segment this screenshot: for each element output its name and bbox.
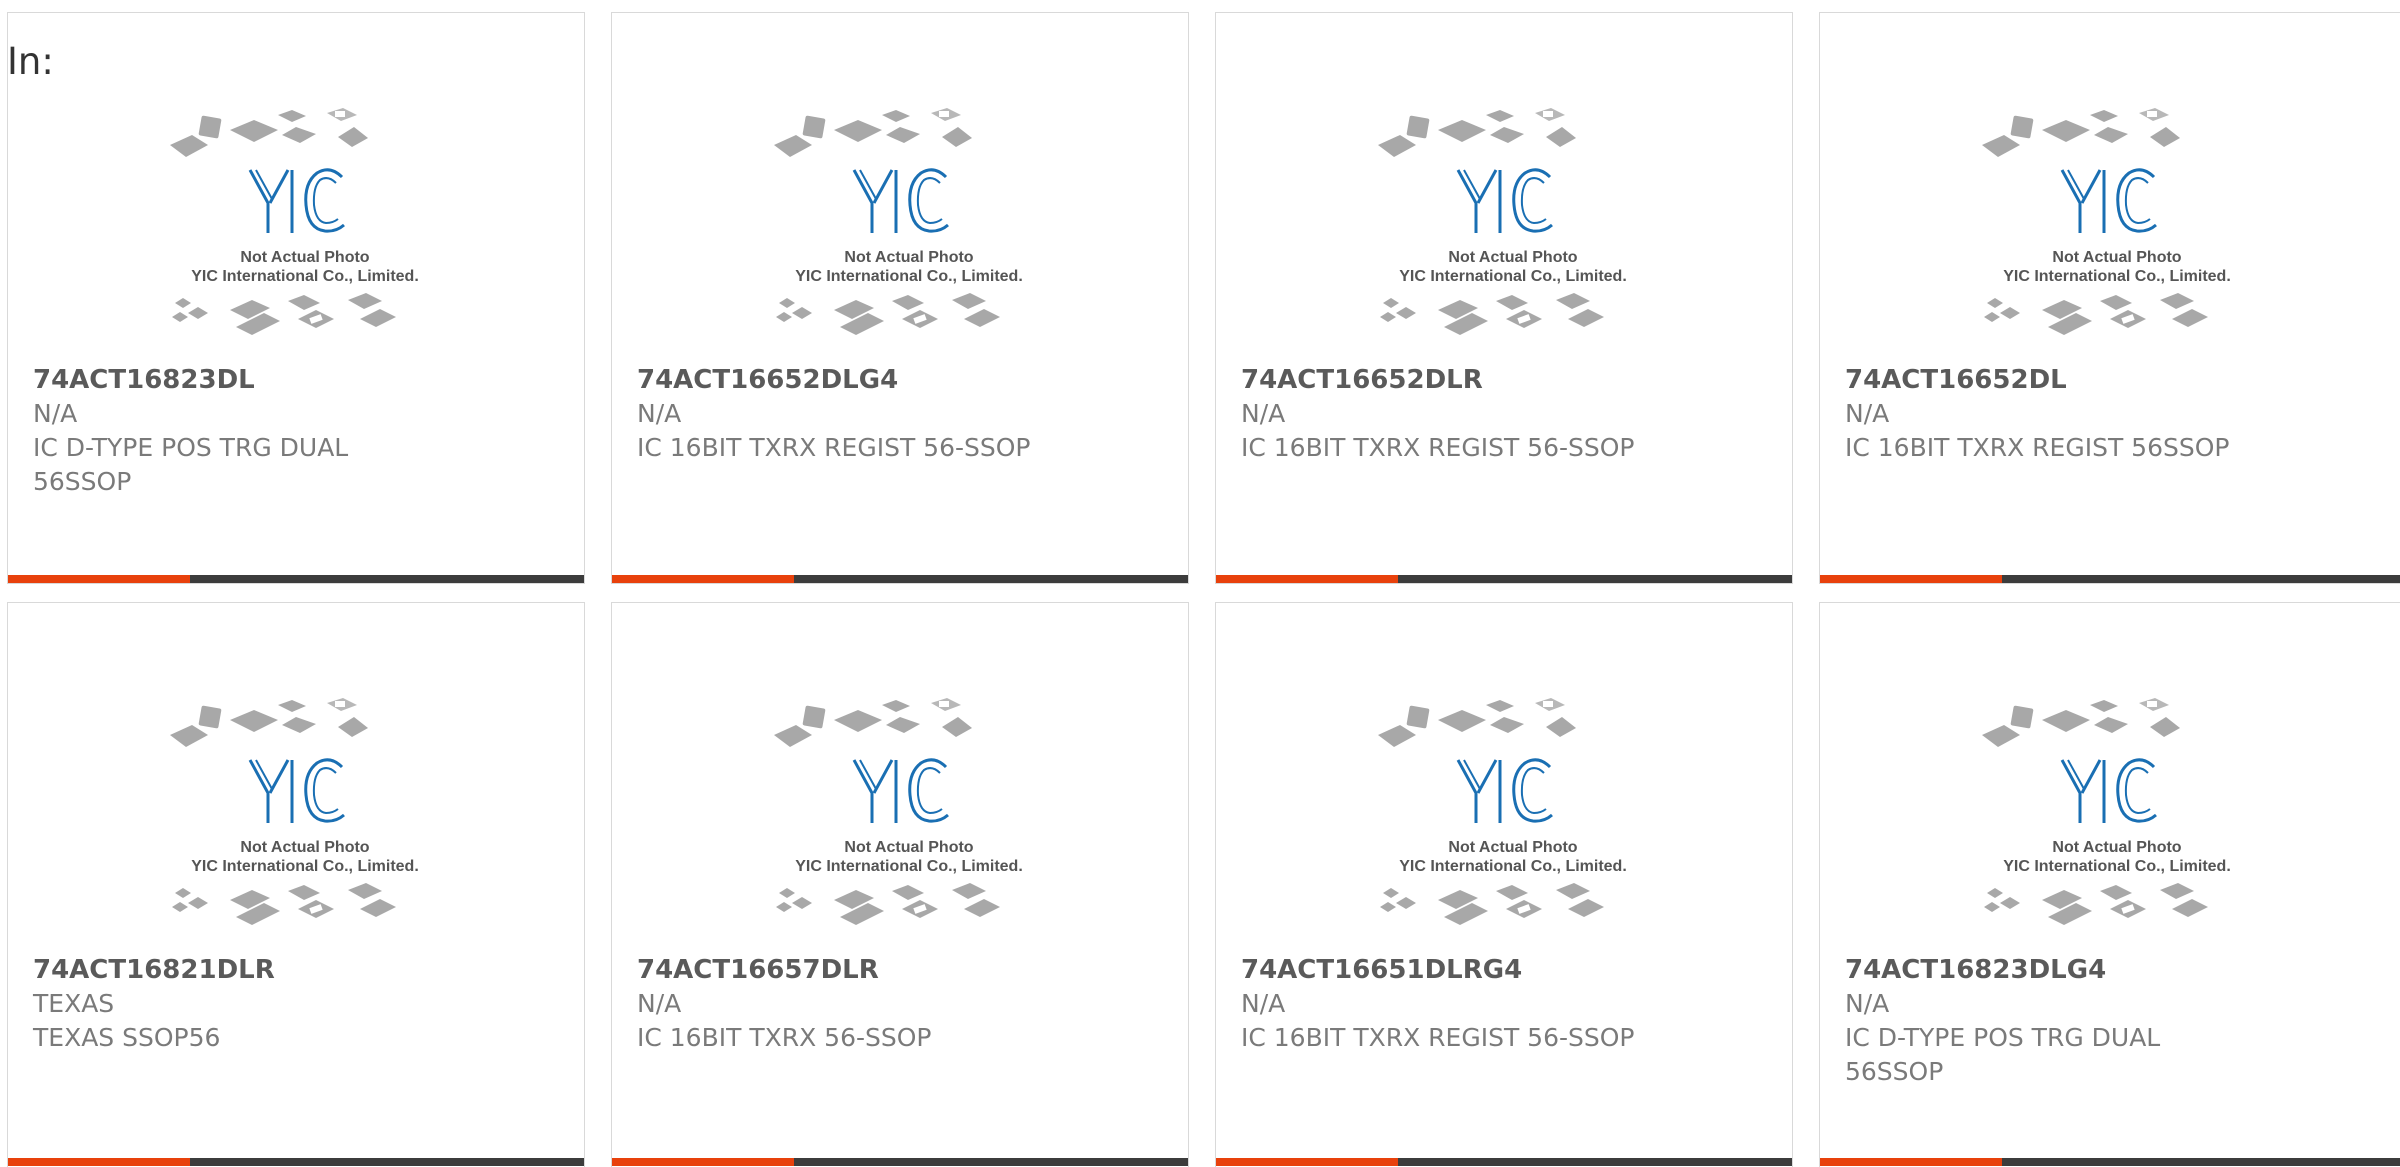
- placeholder-line2: YIC International Co., Limited.: [2003, 268, 2231, 285]
- placeholder-line1: Not Actual Photo: [1448, 839, 1577, 856]
- placeholder-line1: Not Actual Photo: [844, 249, 973, 266]
- placeholder-line2: YIC International Co., Limited.: [2003, 858, 2231, 875]
- description: IC D-TYPE POS TRG DUAL 56SSOP: [1845, 1023, 2161, 1086]
- placeholder-photo: Not Actual Photo YIC International Co., …: [774, 698, 1023, 925]
- placeholder-line2: YIC International Co., Limited.: [795, 268, 1023, 285]
- product-card[interactable]: Not Actual Photo YIC International Co., …: [1819, 602, 2400, 1167]
- card-bottom-bar: [8, 575, 584, 583]
- placeholder-line1: Not Actual Photo: [240, 839, 369, 856]
- card-accent-bar: [1216, 1158, 1398, 1166]
- card-accent-bar: [8, 1158, 190, 1166]
- placeholder-line2: YIC International Co., Limited.: [795, 858, 1023, 875]
- manufacturer: N/A: [1241, 399, 1286, 428]
- description: IC 16BIT TXRX REGIST 56-SSOP: [1241, 1023, 1635, 1052]
- product-card[interactable]: Not Actual Photo YIC International Co., …: [7, 602, 585, 1167]
- placeholder-line2: YIC International Co., Limited.: [191, 858, 419, 875]
- part-number[interactable]: 74ACT16823DL: [33, 363, 554, 397]
- card-bottom-bar: [612, 1158, 1188, 1166]
- description: IC 16BIT TXRX REGIST 56-SSOP: [637, 433, 1031, 462]
- manufacturer: N/A: [33, 399, 78, 428]
- card-accent-bar: [612, 1158, 794, 1166]
- manufacturer: N/A: [637, 989, 682, 1018]
- product-card[interactable]: Not Actual Photo YIC International Co., …: [1819, 12, 2400, 584]
- placeholder-photo: Not Actual Photo YIC International Co., …: [774, 108, 1023, 335]
- description: TEXAS SSOP56: [33, 1023, 221, 1052]
- part-number[interactable]: 74ACT16823DLG4: [1845, 953, 2370, 987]
- description: IC 16BIT TXRX 56-SSOP: [637, 1023, 932, 1052]
- part-number[interactable]: 74ACT16652DL: [1845, 363, 2370, 397]
- placeholder-photo: Not Actual Photo YIC International Co., …: [170, 108, 419, 335]
- placeholder-photo: Not Actual Photo YIC International Co., …: [1982, 698, 2231, 925]
- part-number[interactable]: 74ACT16652DLG4: [637, 363, 1158, 397]
- manufacturer: N/A: [1845, 989, 1890, 1018]
- part-number[interactable]: 74ACT16821DLR: [33, 953, 554, 987]
- card-bottom-bar: [1820, 1158, 2400, 1166]
- manufacturer: N/A: [1241, 989, 1286, 1018]
- placeholder-line1: Not Actual Photo: [1448, 249, 1577, 266]
- placeholder-line2: YIC International Co., Limited.: [191, 268, 419, 285]
- product-card[interactable]: Not Actual Photo YIC International Co., …: [611, 602, 1189, 1167]
- placeholder-line1: Not Actual Photo: [240, 249, 369, 266]
- placeholder-line1: Not Actual Photo: [2052, 839, 2181, 856]
- placeholder-photo: Not Actual Photo YIC International Co., …: [1982, 108, 2231, 335]
- placeholder-photo: Not Actual Photo YIC International Co., …: [1378, 108, 1627, 335]
- placeholder-line2: YIC International Co., Limited.: [1399, 268, 1627, 285]
- placeholder-line1: Not Actual Photo: [844, 839, 973, 856]
- manufacturer: N/A: [637, 399, 682, 428]
- manufacturer: TEXAS: [33, 989, 115, 1018]
- card-bottom-bar: [612, 575, 1188, 583]
- card-bottom-bar: [8, 1158, 584, 1166]
- product-card[interactable]: Not Actual Photo YIC International Co., …: [1215, 602, 1793, 1167]
- product-grid-page: In: Not Actual Photo YIC International C…: [0, 0, 2400, 1167]
- product-card[interactable]: Not Actual Photo YIC International Co., …: [1215, 12, 1793, 584]
- part-number[interactable]: 74ACT16652DLR: [1241, 363, 1762, 397]
- card-accent-bar: [1820, 1158, 2002, 1166]
- card-bottom-bar: [1216, 575, 1792, 583]
- placeholder-photo: Not Actual Photo YIC International Co., …: [1378, 698, 1627, 925]
- product-card[interactable]: Not Actual Photo YIC International Co., …: [7, 12, 585, 584]
- description: IC 16BIT TXRX REGIST 56SSOP: [1845, 433, 2230, 462]
- card-accent-bar: [1820, 575, 2002, 583]
- part-number[interactable]: 74ACT16651DLRG4: [1241, 953, 1762, 987]
- description: IC D-TYPE POS TRG DUAL 56SSOP: [33, 433, 349, 496]
- card-bottom-bar: [1820, 575, 2400, 583]
- placeholder-line2: YIC International Co., Limited.: [1399, 858, 1627, 875]
- placeholder-photo: Not Actual Photo YIC International Co., …: [170, 698, 419, 925]
- card-accent-bar: [1216, 575, 1398, 583]
- part-number[interactable]: 74ACT16657DLR: [637, 953, 1158, 987]
- card-accent-bar: [612, 575, 794, 583]
- in-label: In:: [7, 40, 54, 83]
- card-accent-bar: [8, 575, 190, 583]
- product-card[interactable]: Not Actual Photo YIC International Co., …: [611, 12, 1189, 584]
- placeholder-line1: Not Actual Photo: [2052, 249, 2181, 266]
- manufacturer: N/A: [1845, 399, 1890, 428]
- description: IC 16BIT TXRX REGIST 56-SSOP: [1241, 433, 1635, 462]
- card-bottom-bar: [1216, 1158, 1792, 1166]
